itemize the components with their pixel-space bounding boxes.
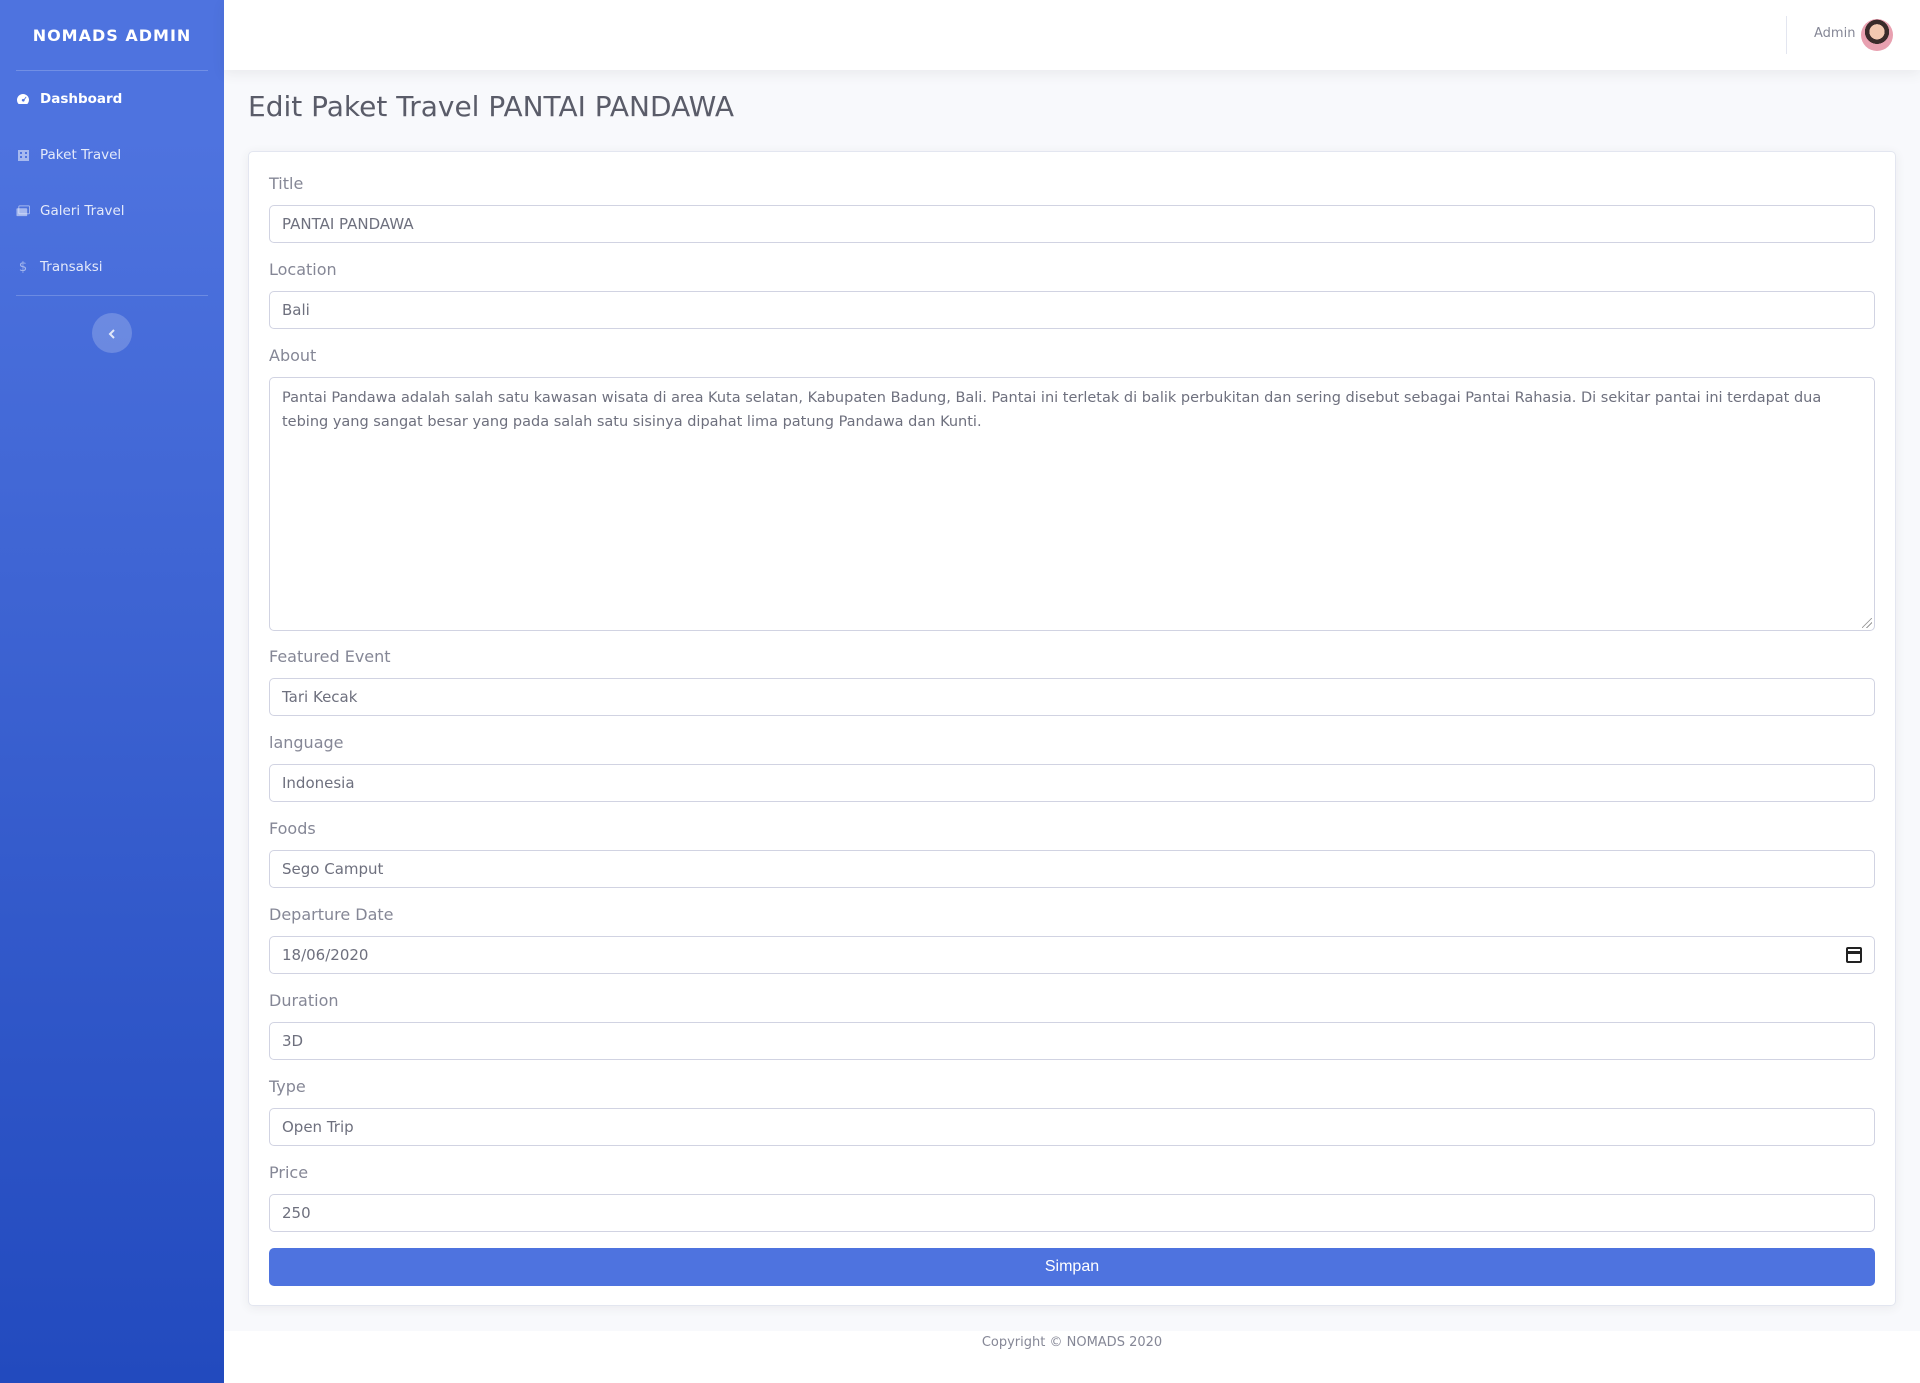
price-value: 250 [282, 1204, 311, 1222]
type-value: Open Trip [282, 1118, 354, 1136]
topbar-divider [1786, 16, 1787, 54]
title-label: Title [269, 174, 304, 193]
price-input[interactable]: 250 [269, 1194, 1875, 1232]
title-input[interactable]: PANTAI PANDAWA [269, 205, 1875, 243]
about-textarea[interactable]: Pantai Pandawa adalah salah satu kawasan… [269, 377, 1875, 631]
tachometer-icon [16, 93, 30, 105]
location-label: Location [269, 260, 337, 279]
user-name[interactable]: Admin [1814, 26, 1855, 41]
language-value: Indonesia [282, 774, 355, 792]
departure-date-label: Departure Date [269, 905, 394, 924]
sidebar-item-galeri-travel[interactable]: Galeri Travel [0, 183, 224, 239]
language-label: language [269, 733, 344, 752]
footer: Copyright © NOMADS 2020 [224, 1331, 1920, 1383]
dollar-icon: $ [18, 259, 28, 275]
avatar[interactable] [1861, 19, 1893, 51]
hotel-icon [16, 149, 30, 162]
calendar-icon[interactable] [1846, 947, 1862, 963]
featured-event-input[interactable]: Tari Kecak [269, 678, 1875, 716]
topbar: Admin [224, 0, 1920, 70]
sidebar-item-transaksi[interactable]: $ Transaksi [0, 239, 224, 295]
sidebar-item-dashboard[interactable]: Dashboard [0, 71, 224, 127]
featured-event-label: Featured Event [269, 647, 391, 666]
sidebar-item-label: Galeri Travel [40, 203, 125, 219]
departure-date-value: 18/06/2020 [282, 946, 369, 964]
departure-date-input[interactable]: 18/06/2020 [269, 936, 1875, 974]
location-input[interactable]: Bali [269, 291, 1875, 329]
chevron-left-icon [108, 324, 116, 343]
sidebar-item-paket-travel[interactable]: Paket Travel [0, 127, 224, 183]
about-label: About [269, 346, 317, 365]
duration-value: 3D [282, 1032, 304, 1050]
foods-label: Foods [269, 819, 316, 838]
sidebar-divider [16, 295, 208, 296]
sidebar-toggle-button[interactable] [92, 313, 132, 353]
sidebar-item-label: Dashboard [40, 91, 123, 107]
foods-input[interactable]: Sego Camput [269, 850, 1875, 888]
type-input[interactable]: Open Trip [269, 1108, 1875, 1146]
title-value: PANTAI PANDAWA [282, 215, 414, 233]
type-label: Type [269, 1077, 306, 1096]
featured-event-value: Tari Kecak [282, 688, 358, 706]
language-input[interactable]: Indonesia [269, 764, 1875, 802]
about-value: Pantai Pandawa adalah salah satu kawasan… [282, 390, 1822, 430]
sidebar: NOMADS ADMIN Dashboard Paket Travel Gale… [0, 0, 224, 1383]
sidebar-item-label: Paket Travel [40, 147, 122, 163]
copyright-text: Copyright © NOMADS 2020 [981, 1335, 1163, 1350]
sidebar-brand[interactable]: NOMADS ADMIN [0, 0, 224, 70]
sidebar-item-label: Transaksi [40, 259, 103, 275]
foods-value: Sego Camput [282, 860, 384, 878]
save-button[interactable]: Simpan [269, 1248, 1875, 1286]
location-value: Bali [282, 301, 310, 319]
page-title: Edit Paket Travel PANTAI PANDAWA [248, 90, 734, 123]
duration-input[interactable]: 3D [269, 1022, 1875, 1060]
price-label: Price [269, 1163, 309, 1182]
resize-grip-icon[interactable] [1862, 618, 1872, 628]
edit-form-card: Title PANTAI PANDAWA Location Bali About… [248, 151, 1896, 1306]
images-icon [16, 205, 30, 217]
duration-label: Duration [269, 991, 339, 1010]
